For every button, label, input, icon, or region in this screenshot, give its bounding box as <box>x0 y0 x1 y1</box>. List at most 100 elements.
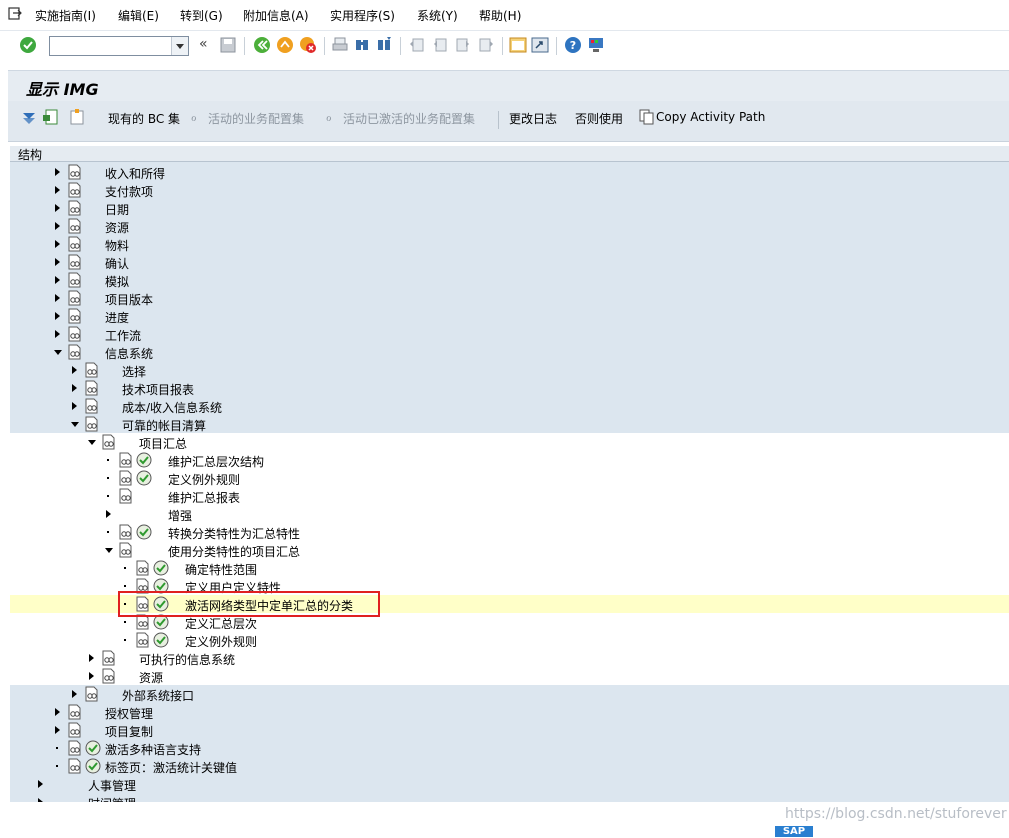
menu-utilities[interactable]: 实用程序(S) <box>330 7 395 24</box>
expand-node-icon[interactable] <box>72 366 77 374</box>
tree-node-label[interactable]: 可靠的帐目清算 <box>122 417 206 434</box>
chevron-down-icon[interactable] <box>171 37 188 55</box>
expand-node-icon[interactable] <box>89 672 94 680</box>
tree-node[interactable]: 确定特性范围 <box>10 559 1009 577</box>
tree-node[interactable]: 项目复制 <box>10 721 1009 739</box>
exit-yellow-icon[interactable] <box>276 36 294 54</box>
collapse-toolbar-icon[interactable]: « <box>199 36 208 52</box>
documentation-icon[interactable] <box>135 560 150 576</box>
expand-node-icon[interactable] <box>55 168 60 176</box>
tree-node[interactable]: 日期 <box>10 199 1009 217</box>
menu-goto[interactable]: 转到(G) <box>180 7 223 24</box>
tree-node-label[interactable]: 人事管理 <box>88 777 136 794</box>
tree-node-label[interactable]: 外部系统接口 <box>122 687 194 704</box>
tree-node[interactable]: 资源 <box>10 217 1009 235</box>
execute-activity-icon[interactable] <box>136 470 152 486</box>
tree-node-label[interactable]: 确定特性范围 <box>185 561 257 578</box>
documentation-icon[interactable] <box>67 344 82 360</box>
shortcut-icon[interactable] <box>531 36 549 54</box>
tree-node-label[interactable]: 技术项目报表 <box>122 381 194 398</box>
tree-node[interactable]: 定义例外规则 <box>10 469 1009 487</box>
expand-node-icon[interactable] <box>72 384 77 392</box>
documentation-icon[interactable] <box>67 290 82 306</box>
tree-node[interactable]: 选择 <box>10 361 1009 379</box>
collapse-node-icon[interactable] <box>88 440 96 445</box>
find-icon[interactable] <box>353 36 371 54</box>
execute-activity-icon[interactable] <box>136 524 152 540</box>
documentation-icon[interactable] <box>67 326 82 342</box>
documentation-icon[interactable] <box>67 218 82 234</box>
menu-system[interactable]: 系统(Y) <box>417 7 458 24</box>
expand-node-icon[interactable] <box>55 186 60 194</box>
new-session-icon[interactable] <box>509 36 527 54</box>
documentation-icon[interactable] <box>101 434 116 450</box>
menu-help[interactable]: 帮助(H) <box>479 7 521 24</box>
change-log-button[interactable]: 更改日志 <box>509 110 557 127</box>
expand-node-icon[interactable] <box>72 402 77 410</box>
tree-node[interactable]: 标签页：激活统计关键值 <box>10 757 1009 775</box>
tree-node-label[interactable]: 模拟 <box>105 273 129 290</box>
collapse-node-icon[interactable] <box>71 422 79 427</box>
tree-node[interactable]: 可执行的信息系统 <box>10 649 1009 667</box>
expand-node-icon[interactable] <box>38 780 43 788</box>
expand-node-icon[interactable] <box>55 708 60 716</box>
collapse-node-icon[interactable] <box>105 548 113 553</box>
execute-activity-icon[interactable] <box>85 758 101 774</box>
existing-bc-sets-button[interactable]: 现有的 BC 集 <box>108 110 180 127</box>
tree-node-label[interactable]: 收入和所得 <box>105 165 165 182</box>
release-notes-icon[interactable] <box>68 108 86 126</box>
tree-node-label[interactable]: 日期 <box>105 201 129 218</box>
last-page-icon[interactable] <box>477 36 495 54</box>
expand-node-icon[interactable] <box>55 276 60 284</box>
documentation-icon[interactable] <box>118 524 133 540</box>
tree-node[interactable]: 确认 <box>10 253 1009 271</box>
documentation-icon[interactable] <box>84 362 99 378</box>
expand-node-icon[interactable] <box>55 204 60 212</box>
tree-node[interactable]: 模拟 <box>10 271 1009 289</box>
tree-node-label[interactable]: 工作流 <box>105 327 141 344</box>
tree-node-label[interactable]: 物料 <box>105 237 129 254</box>
documentation-icon[interactable] <box>67 236 82 252</box>
execute-activity-icon[interactable] <box>136 452 152 468</box>
documentation-icon[interactable] <box>118 542 133 558</box>
tree-node[interactable]: 成本/收入信息系统 <box>10 397 1009 415</box>
documentation-icon[interactable] <box>118 488 133 504</box>
documentation-icon[interactable] <box>67 704 82 720</box>
tree-node[interactable]: 外部系统接口 <box>10 685 1009 703</box>
tree-node-label[interactable]: 定义例外规则 <box>168 471 240 488</box>
documentation-icon[interactable] <box>67 182 82 198</box>
previous-page-icon[interactable] <box>431 36 449 54</box>
tree-node[interactable]: 可靠的帐目清算 <box>10 415 1009 433</box>
help-icon[interactable]: ? <box>564 36 582 54</box>
expand-node-icon[interactable] <box>55 330 60 338</box>
tree-node-label[interactable]: 信息系统 <box>105 345 153 362</box>
tree-node-label[interactable]: 资源 <box>139 669 163 686</box>
tree-node-label[interactable]: 转换分类特性为汇总特性 <box>168 525 300 542</box>
execute-activity-icon[interactable] <box>85 740 101 756</box>
tree-node[interactable]: 定义例外规则 <box>10 631 1009 649</box>
tree-node-label[interactable]: 定义汇总层次 <box>185 615 257 632</box>
tree-node-label[interactable]: 支付款项 <box>105 183 153 200</box>
tree-node[interactable]: 增强 <box>10 505 1009 523</box>
expand-node-icon[interactable] <box>89 654 94 662</box>
tree-node-label[interactable]: 标签页：激活统计关键值 <box>105 759 237 776</box>
expand-node-icon[interactable] <box>55 222 60 230</box>
tree-node-label[interactable]: 资源 <box>105 219 129 236</box>
tree-node-label[interactable]: 授权管理 <box>105 705 153 722</box>
tree-node-label[interactable]: 成本/收入信息系统 <box>122 399 222 416</box>
tree-node[interactable]: 技术项目报表 <box>10 379 1009 397</box>
tree-node-label[interactable]: 项目汇总 <box>139 435 187 452</box>
tree-node-label[interactable]: 使用分类特性的项目汇总 <box>168 543 300 560</box>
menu-implementation-guide[interactable]: 实施指南(I) <box>35 7 96 24</box>
tree-node-label[interactable]: 维护汇总层次结构 <box>168 453 264 470</box>
documentation-icon[interactable] <box>118 470 133 486</box>
documentation-icon[interactable] <box>67 740 82 756</box>
documentation-icon[interactable] <box>84 686 99 702</box>
tree-node[interactable]: 时间管理 <box>10 793 1009 802</box>
documentation-icon[interactable] <box>67 164 82 180</box>
expand-node-icon[interactable] <box>55 258 60 266</box>
tree-node[interactable]: 资源 <box>10 667 1009 685</box>
execute-activity-icon[interactable] <box>153 632 169 648</box>
tree-node-label[interactable]: 可执行的信息系统 <box>139 651 235 668</box>
documentation-icon[interactable] <box>84 398 99 414</box>
